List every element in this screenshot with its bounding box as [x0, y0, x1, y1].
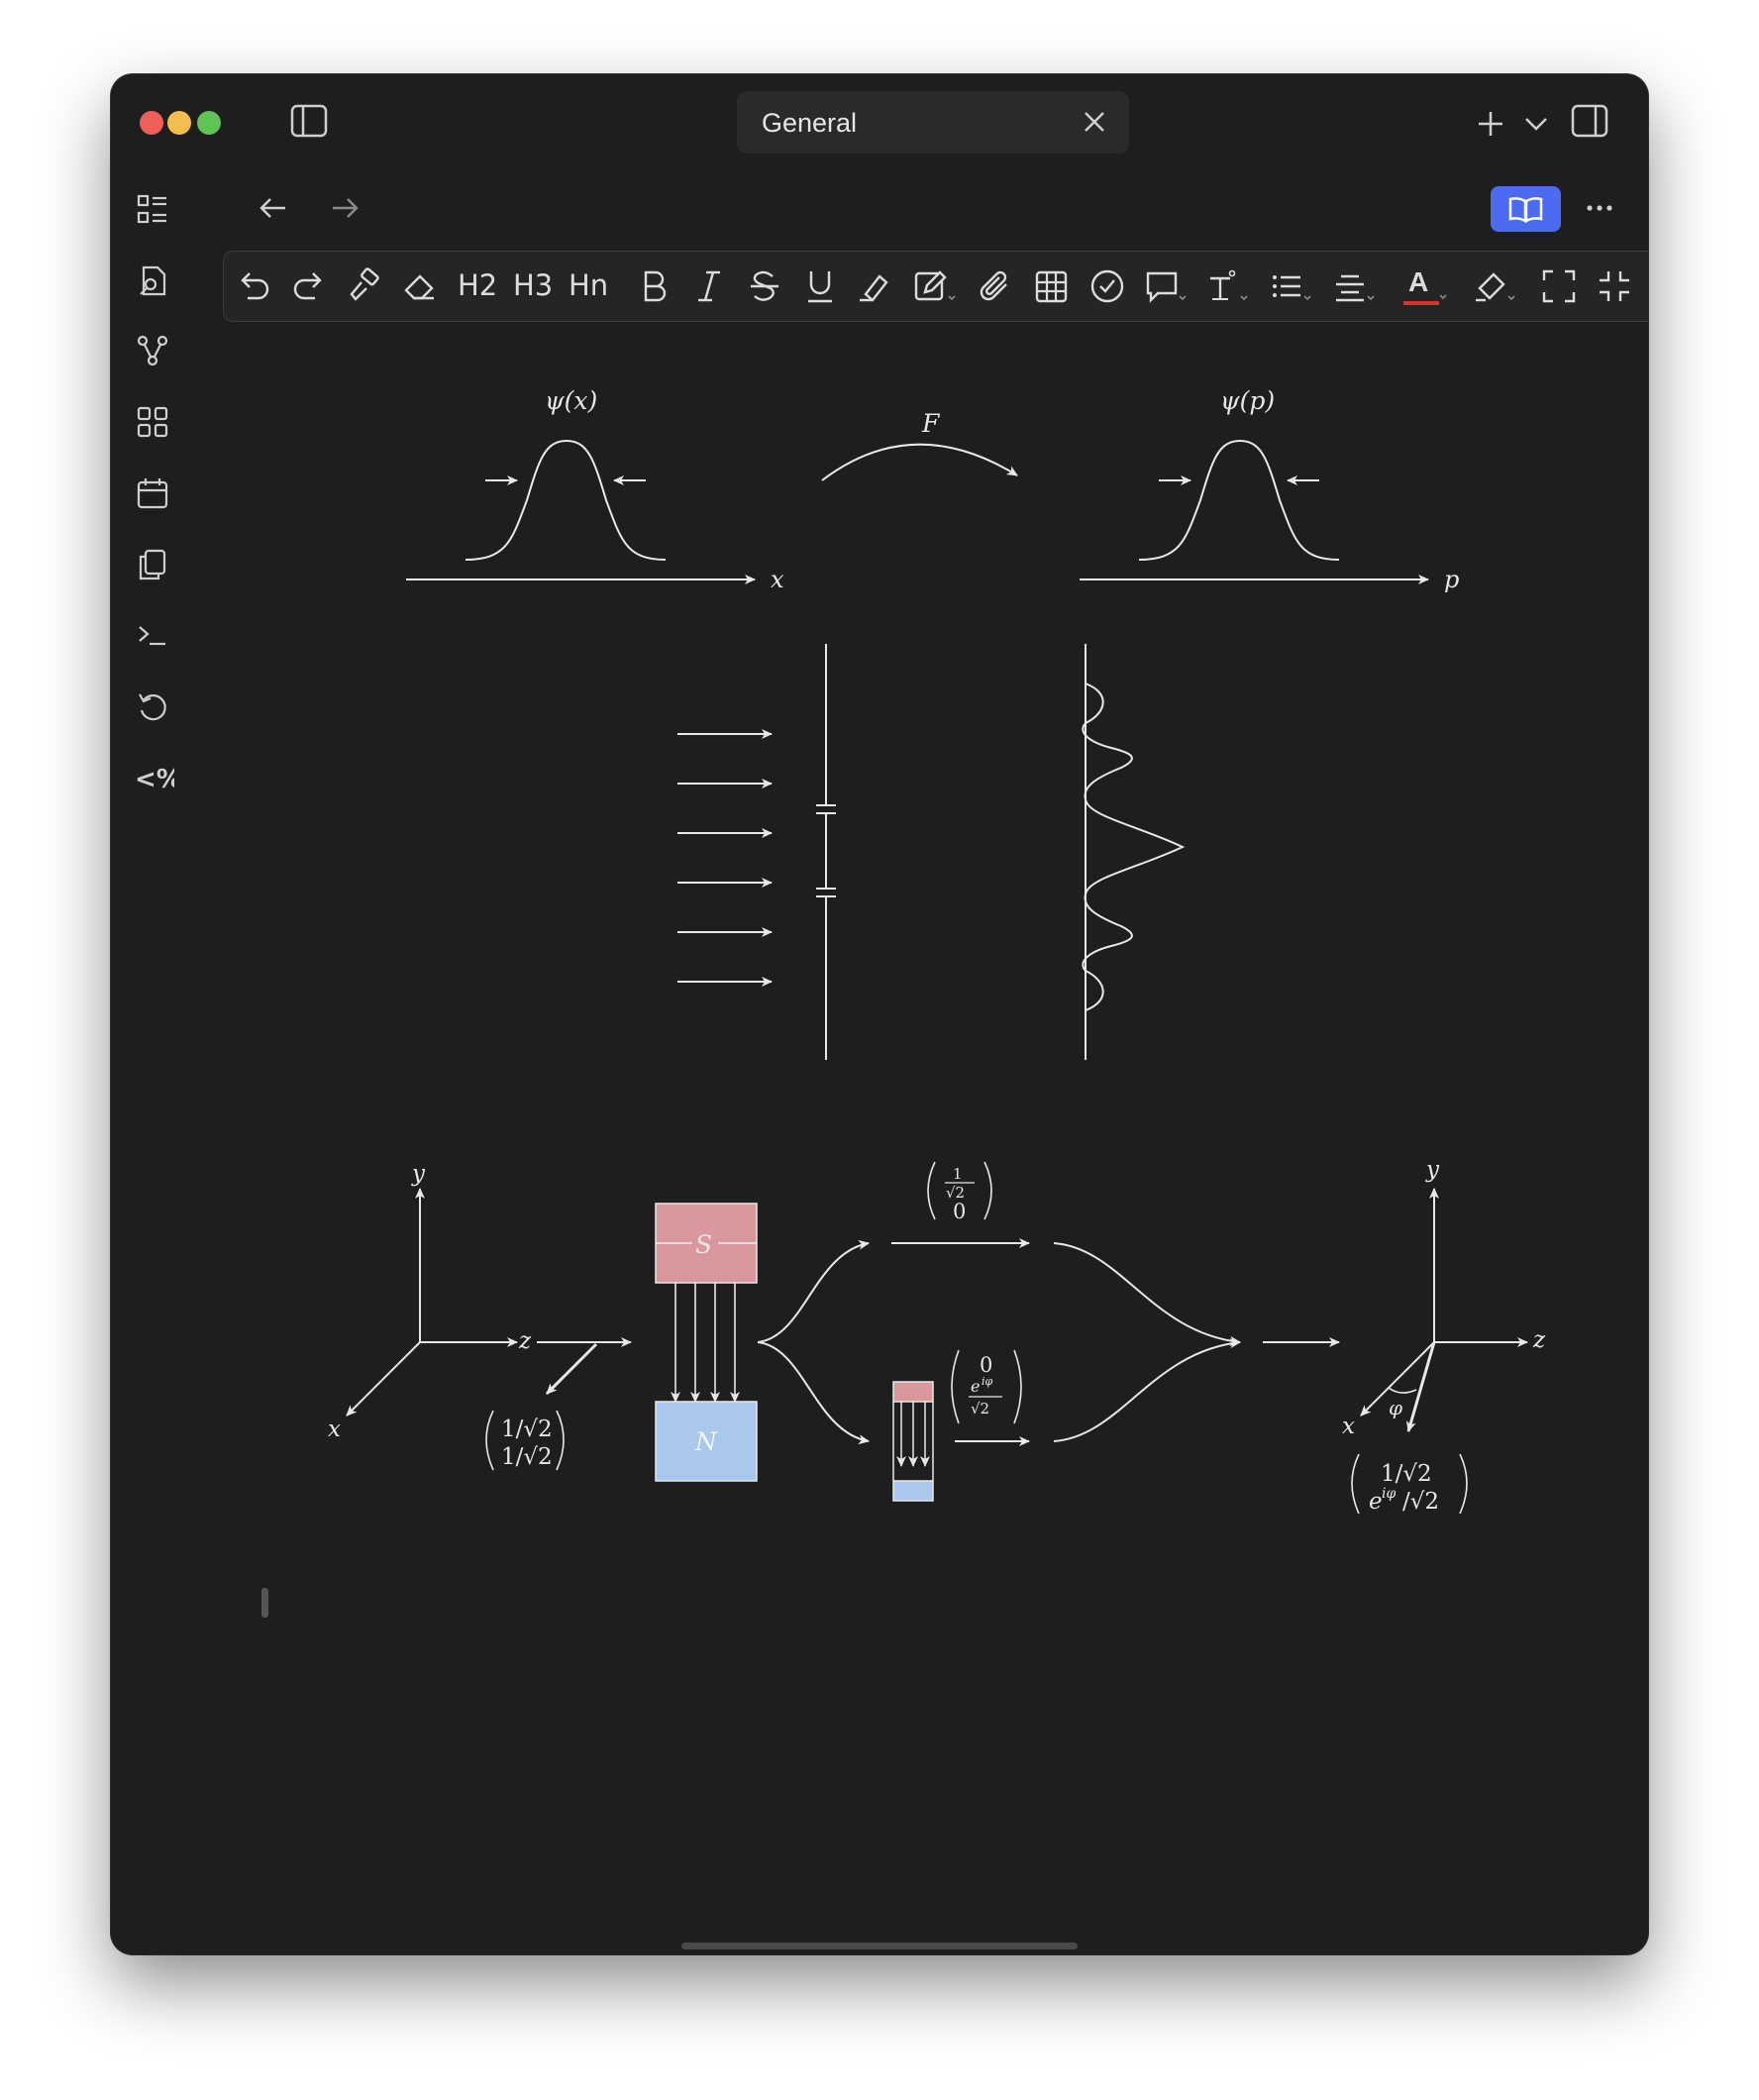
physics-diagram: ψ(x) ψ(p) F x p y z x 1/√2 1/√2 S N 1 √2… [328, 386, 1546, 1515]
beam-recombine-bottom [1053, 1338, 1241, 1442]
output-state-sup: iφ [1382, 1486, 1396, 1502]
input-state-top: 1/√2 [501, 1417, 553, 1442]
horizontal-scrollbar[interactable] [681, 1942, 1078, 1949]
psi-x-label: ψ(x) [545, 386, 597, 415]
axis-y-right-label: y [1425, 1157, 1440, 1183]
state-up-zero: 0 [953, 1200, 966, 1223]
state-down-sup: iφ [982, 1375, 993, 1388]
output-state-top: 1/√2 [1381, 1461, 1432, 1487]
axes-left [346, 1188, 632, 1417]
fourier-arrow [821, 443, 1018, 481]
axis-z-right-label: z [1532, 1327, 1546, 1353]
axis-y-left-label: y [411, 1161, 426, 1187]
fourier-label: F [921, 409, 941, 438]
axis-p-label: p [1444, 566, 1459, 593]
magnet-n-label: N [694, 1427, 718, 1456]
psi-p-label: ψ(p) [1220, 386, 1275, 415]
app-window: General < H2 H3 Hn A ψ(x) ψ(p) F x p y z… [111, 74, 1648, 1954]
axis-x-right-label: x [1342, 1414, 1355, 1439]
state-down-top: 0 [980, 1353, 992, 1377]
axis-x-label: x [771, 566, 784, 593]
state-up-num: 1 [953, 1165, 963, 1183]
phase-magnet [892, 1381, 934, 1502]
axes-right [1360, 1188, 1528, 1432]
psi-x-plot [406, 439, 756, 584]
output-state-rest: /√2 [1402, 1489, 1439, 1515]
state-down-den: √2 [971, 1400, 989, 1418]
beam-recombine-top [1053, 1242, 1241, 1346]
matrix-brackets [485, 1161, 1468, 1515]
axis-x-left-label: x [328, 1417, 341, 1442]
text-cursor [261, 1588, 268, 1618]
axis-z-left-label: z [518, 1328, 532, 1354]
magnet-s-label: S [695, 1230, 712, 1259]
double-slit-diagram [677, 644, 1186, 1060]
beam-up [757, 1239, 870, 1343]
state-down-e: e [971, 1377, 980, 1396]
beam-down [757, 1341, 870, 1445]
input-state-bottom: 1/√2 [501, 1444, 553, 1470]
angle-phi-label: φ [1389, 1396, 1402, 1419]
psi-p-plot [1080, 439, 1429, 584]
output-state-e: e [1369, 1489, 1383, 1515]
